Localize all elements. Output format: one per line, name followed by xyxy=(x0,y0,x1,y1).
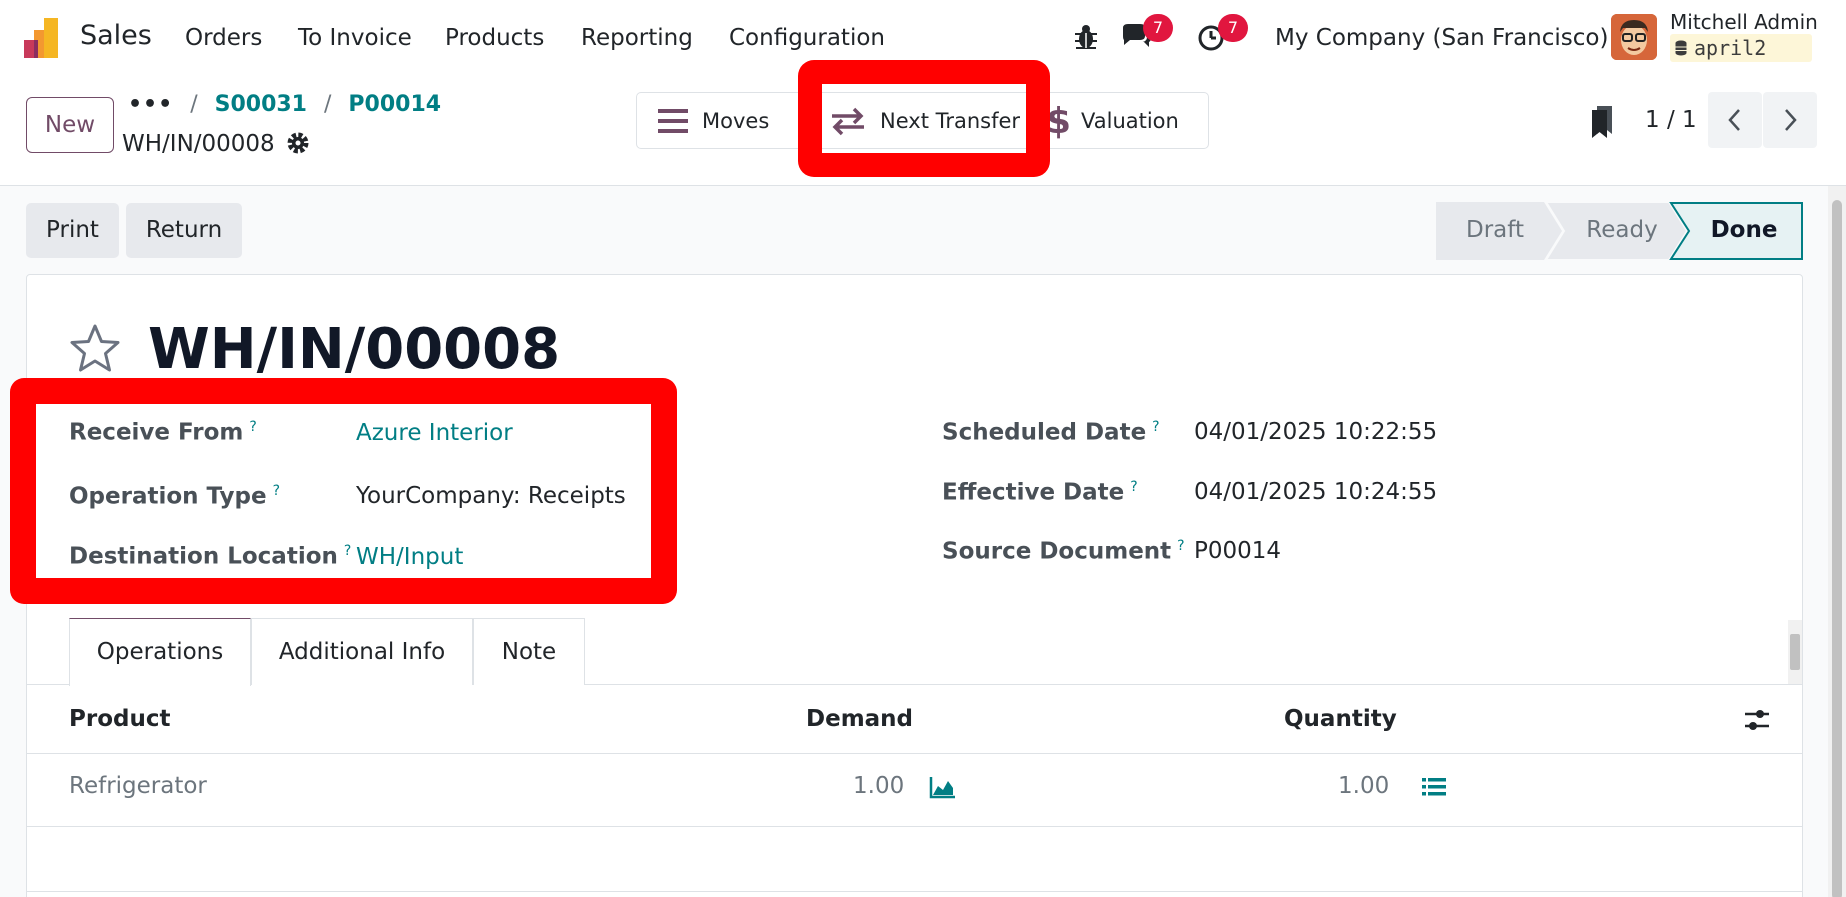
moves-smart-button[interactable]: Moves xyxy=(656,92,769,149)
page-scrollbar-thumb[interactable] xyxy=(1832,200,1842,897)
scheduled-date-label: Scheduled Date? xyxy=(942,419,1160,446)
column-demand[interactable]: Demand xyxy=(806,706,913,732)
table-row-quantity[interactable]: 1.00 xyxy=(1338,773,1389,799)
activities-badge: 7 xyxy=(1218,14,1248,42)
table-row-product[interactable]: Refrigerator xyxy=(69,773,207,799)
forecast-area-chart-icon[interactable] xyxy=(929,775,957,799)
highlight-next-transfer xyxy=(798,60,1050,177)
breadcrumb-sale-order[interactable]: S00031 xyxy=(215,92,307,117)
moves-label: Moves xyxy=(702,108,770,133)
record-name: WH/IN/00008 xyxy=(122,131,275,157)
tabs-scrollbar-thumb[interactable] xyxy=(1790,634,1800,670)
effective-date-value[interactable]: 04/01/2025 10:24:55 xyxy=(1194,479,1437,505)
column-quantity[interactable]: Quantity xyxy=(1284,706,1397,732)
database-icon xyxy=(1675,40,1687,56)
new-button[interactable]: New xyxy=(26,97,114,153)
detailed-operations-list-icon[interactable] xyxy=(1421,776,1447,798)
print-button[interactable]: Print xyxy=(26,203,119,258)
tab-additional-info[interactable]: Additional Info xyxy=(251,618,473,685)
help-icon[interactable]: ? xyxy=(1152,419,1159,435)
table-row-demand[interactable]: 1.00 xyxy=(853,773,904,799)
company-switcher[interactable]: My Company (San Francisco) xyxy=(1275,25,1608,51)
stage-draft[interactable]: Draft xyxy=(1436,202,1554,258)
column-product[interactable]: Product xyxy=(69,706,170,732)
breadcrumb-purchase-order[interactable]: P00014 xyxy=(348,92,441,117)
valuation-label: Valuation xyxy=(1081,108,1179,133)
return-button[interactable]: Return xyxy=(126,203,242,258)
tab-operations[interactable]: Operations xyxy=(69,618,251,686)
menu-products[interactable]: Products xyxy=(445,25,544,51)
menu-orders[interactable]: Orders xyxy=(185,25,262,51)
breadcrumb-separator: / xyxy=(190,92,198,117)
table-row-divider xyxy=(26,826,1803,827)
table-header-divider xyxy=(26,753,1803,754)
pager-previous-button[interactable] xyxy=(1708,92,1762,148)
chevron-right-icon xyxy=(1785,109,1797,131)
menu-reporting[interactable]: Reporting xyxy=(581,25,693,51)
chevron-left-icon xyxy=(1728,109,1740,131)
database-name: april2 xyxy=(1694,36,1767,60)
breadcrumb: ••• / S00031 / P00014 xyxy=(128,92,441,117)
effective-date-label: Effective Date? xyxy=(942,479,1138,506)
source-document-label: Source Document? xyxy=(942,538,1185,565)
highlight-partner-fields xyxy=(10,378,677,604)
pager-next-button[interactable] xyxy=(1763,92,1817,148)
breadcrumb-more[interactable]: ••• xyxy=(128,92,173,117)
tab-note[interactable]: Note xyxy=(473,618,585,685)
source-document-value[interactable]: P00014 xyxy=(1194,538,1281,564)
gear-icon[interactable] xyxy=(286,131,310,155)
stage-ready[interactable]: Ready xyxy=(1564,202,1680,258)
stage-done[interactable]: Done xyxy=(1688,202,1800,258)
pager-value[interactable]: 1 / 1 xyxy=(1645,107,1697,133)
list-bars-icon xyxy=(658,108,688,133)
breadcrumb-separator: / xyxy=(324,92,332,117)
table-row-divider xyxy=(26,891,1803,892)
menu-to-invoice[interactable]: To Invoice xyxy=(298,25,412,51)
user-name[interactable]: Mitchell Admin xyxy=(1670,10,1818,34)
menu-configuration[interactable]: Configuration xyxy=(729,25,885,51)
favorite-star-icon[interactable] xyxy=(68,322,122,376)
database-chip: april2 xyxy=(1670,34,1812,62)
user-avatar[interactable] xyxy=(1611,14,1657,60)
record-title: WH/IN/00008 xyxy=(148,317,561,382)
app-logo-icon[interactable] xyxy=(24,18,66,58)
messages-badge: 7 xyxy=(1143,14,1173,42)
bookmark-icon[interactable] xyxy=(1590,104,1614,138)
help-icon[interactable]: ? xyxy=(1177,538,1184,554)
app-name[interactable]: Sales xyxy=(80,20,152,51)
help-icon[interactable]: ? xyxy=(1130,479,1137,495)
optional-columns-sliders-icon[interactable] xyxy=(1743,707,1771,733)
scheduled-date-value[interactable]: 04/01/2025 10:22:55 xyxy=(1194,419,1437,445)
debug-bug-icon[interactable] xyxy=(1071,22,1101,52)
valuation-smart-button[interactable]: $ Valuation xyxy=(1045,92,1179,149)
